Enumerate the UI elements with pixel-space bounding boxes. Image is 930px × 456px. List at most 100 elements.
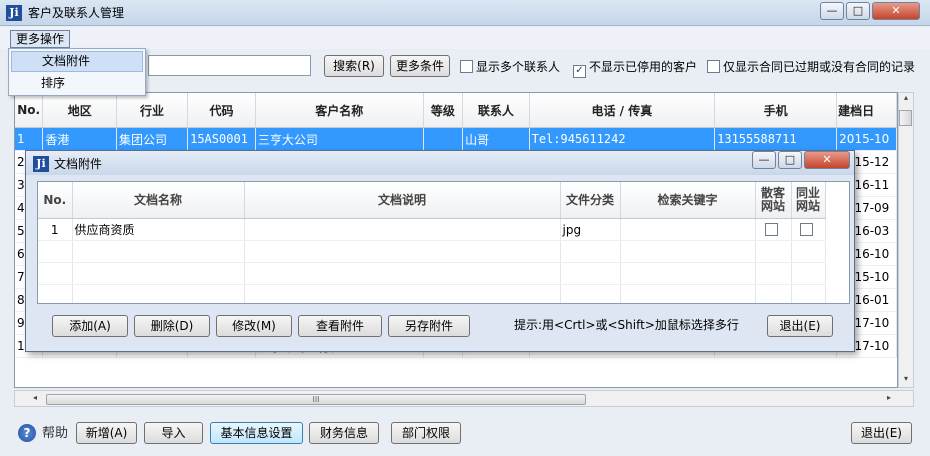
cell-no: 1	[38, 218, 73, 241]
multi-select-hint: 提示:用<Crtl>或<Shift>加鼠标选择多行	[514, 318, 739, 332]
empty-cell	[244, 240, 561, 263]
column-header[interactable]: No.	[15, 93, 44, 128]
expired-contracts-only-checkbox[interactable]: 仅显示合同已过期或没有合同的记录	[707, 58, 915, 76]
menu-item-sort[interactable]: 排序	[11, 73, 143, 94]
column-header[interactable]: 行业	[116, 93, 189, 128]
column-header[interactable]: 同业 网站	[791, 182, 826, 219]
show-multiple-contacts-checkbox[interactable]: 显示多个联系人	[460, 58, 560, 76]
column-header[interactable]: 地区	[42, 93, 118, 128]
column-header[interactable]: 联系人	[462, 93, 530, 128]
add-attachment-button[interactable]: 添加(A)	[52, 315, 128, 337]
dialog-close-button[interactable]: ✕	[804, 151, 850, 169]
empty-cell	[560, 240, 621, 263]
check-icon[interactable]: ✓	[573, 65, 586, 78]
scroll-up-icon[interactable]: ▴	[899, 93, 913, 102]
search-button[interactable]: 搜索(R)	[324, 55, 384, 77]
column-header[interactable]: 建档日	[836, 93, 897, 128]
more-operations-menu[interactable]: 更多操作	[10, 30, 71, 48]
cell-mobile: 13155588711	[714, 127, 838, 151]
empty-cell	[755, 240, 792, 263]
checkbox-label: 不显示已停用的客户	[589, 60, 698, 74]
checkbox-label: 仅显示合同已过期或没有合同的记录	[723, 60, 916, 74]
department-permissions-button[interactable]: 部门权限	[391, 422, 461, 444]
attachment-row[interactable]: 1 供应商资质 jpg	[38, 218, 826, 241]
more-conditions-button[interactable]: 更多条件	[390, 55, 450, 77]
cell-trade	[791, 218, 826, 241]
basic-info-settings-button[interactable]: 基本信息设置	[210, 422, 303, 444]
help-icon[interactable]: ?	[18, 424, 36, 442]
dialog-minimize-button[interactable]: —	[752, 151, 776, 169]
menu-bar	[0, 27, 930, 49]
column-header[interactable]: No.	[38, 182, 73, 219]
import-button[interactable]: 导入	[144, 422, 203, 444]
empty-row	[38, 284, 826, 303]
search-input[interactable]	[148, 55, 311, 76]
empty-cell	[755, 284, 792, 303]
save-attachment-as-button[interactable]: 另存附件	[388, 315, 470, 337]
minimize-button[interactable]: —	[820, 2, 844, 20]
scroll-down-icon[interactable]: ▾	[900, 374, 912, 383]
trade-website-checkbox[interactable]	[800, 222, 813, 236]
column-header[interactable]: 文件分类	[560, 182, 621, 219]
column-header[interactable]: 散客 网站	[755, 182, 792, 219]
dialog-app-icon: Ji	[33, 156, 49, 172]
delete-attachment-button[interactable]: 删除(D)	[134, 315, 210, 337]
empty-row	[38, 262, 826, 285]
exit-button[interactable]: 退出(E)	[851, 422, 912, 444]
empty-cell	[791, 284, 826, 303]
empty-cell	[38, 262, 73, 285]
empty-cell	[560, 284, 621, 303]
column-header[interactable]: 检索关键字	[620, 182, 756, 219]
dialog-maximize-button[interactable]: □	[778, 151, 802, 169]
app-logo-icon: Ji	[6, 5, 22, 21]
empty-cell	[244, 284, 561, 303]
edit-attachment-button[interactable]: 修改(M)	[216, 315, 292, 337]
view-attachment-button[interactable]: 查看附件	[298, 315, 382, 337]
empty-cell	[791, 240, 826, 263]
checkbox-box[interactable]	[460, 60, 473, 73]
cell-level	[423, 127, 464, 151]
finance-info-button[interactable]: 财务信息	[309, 422, 379, 444]
column-header[interactable]: 等级	[423, 93, 464, 128]
column-header[interactable]: 文档说明	[244, 182, 561, 219]
help-link[interactable]: 帮助	[42, 425, 68, 443]
horizontal-scroll-thumb[interactable]: III	[46, 394, 586, 405]
hide-disabled-customers-checkbox[interactable]: ✓ 不显示已停用的客户	[573, 58, 698, 78]
cell-category: jpg	[560, 218, 621, 241]
cell-name: 供应商资质	[72, 218, 245, 241]
cell-phone: Tel:945611242	[529, 127, 716, 151]
dialog-title: 文档附件	[54, 157, 103, 171]
vertical-scroll-thumb[interactable]	[899, 110, 912, 126]
dialog-title-bar	[26, 151, 854, 175]
dialog-exit-button[interactable]: 退出(E)	[767, 315, 833, 337]
empty-row	[38, 240, 826, 263]
cell-code: 15AS0001	[187, 127, 256, 151]
scroll-right-icon[interactable]: ▸	[884, 393, 894, 402]
cell-contact: 山哥	[462, 127, 530, 151]
empty-cell	[755, 262, 792, 285]
menu-item-document-attachments[interactable]: 文档附件	[11, 51, 143, 72]
column-header[interactable]: 文档名称	[72, 182, 245, 219]
checkbox-box[interactable]	[707, 60, 720, 73]
close-button[interactable]: ✕	[872, 2, 920, 20]
window-title: 客户及联系人管理	[28, 6, 125, 20]
title-bar	[0, 0, 930, 26]
column-header[interactable]: 客户名称	[255, 93, 424, 128]
empty-cell	[72, 240, 245, 263]
retail-website-checkbox[interactable]	[765, 222, 778, 236]
attachments-header-row: No. 文档名称 文档说明 文件分类 检索关键字 散客 网站 同业 网站	[38, 182, 826, 219]
cell-desc	[244, 218, 561, 241]
empty-cell	[38, 284, 73, 303]
vertical-scrollbar[interactable]: ▴	[898, 92, 914, 388]
add-customer-button[interactable]: 新增(A)	[76, 422, 137, 444]
maximize-button[interactable]: □	[846, 2, 870, 20]
column-header[interactable]: 电话 / 传真	[529, 93, 716, 128]
table-row[interactable]: 1 香港 集团公司 15AS0001 三亨大公司 山哥 Tel:945611242 13155…	[15, 127, 897, 151]
cell-retail	[755, 218, 792, 241]
empty-cell	[72, 284, 245, 303]
column-header[interactable]: 手机	[714, 93, 838, 128]
scroll-left-icon[interactable]: ◂	[30, 393, 40, 402]
column-header[interactable]: 代码	[187, 93, 256, 128]
empty-cell	[791, 262, 826, 285]
empty-cell	[38, 240, 73, 263]
